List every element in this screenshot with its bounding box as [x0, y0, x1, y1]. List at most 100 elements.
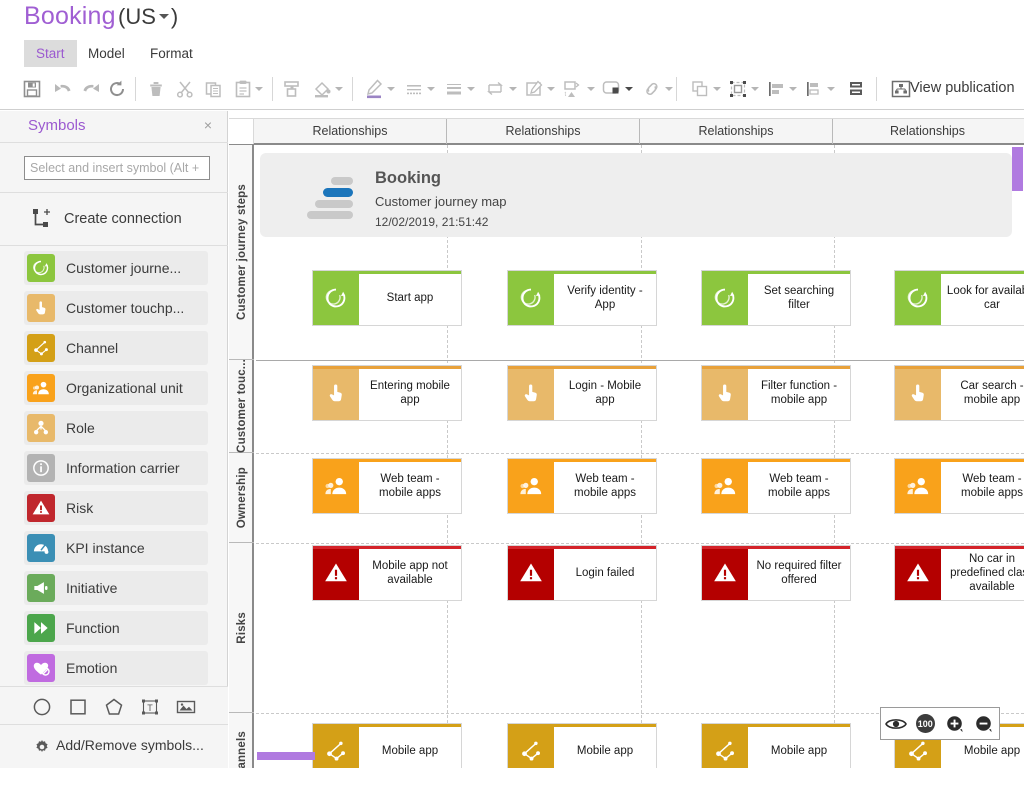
order-button[interactable]	[847, 74, 865, 104]
diagram-canvas[interactable]: Relationships Relationships Relationships R…	[229, 111, 1024, 768]
row-header[interactable]: Customer touc...	[229, 359, 254, 453]
size-button[interactable]	[728, 74, 759, 104]
symbol-item[interactable]: Organizational unit	[24, 371, 208, 405]
symbol-item[interactable]: Function	[24, 611, 208, 645]
journey-card[interactable]: Verify identity - App	[507, 270, 657, 326]
row-header-label: Customer touc...	[235, 359, 248, 453]
row-divider	[256, 360, 1024, 361]
symbol-item-label: Function	[66, 620, 120, 636]
textbox-tool[interactable]: T	[138, 695, 162, 719]
circle-tool[interactable]	[30, 695, 54, 719]
delete-button[interactable]	[147, 74, 165, 104]
symbols-sidebar: Symbols × Create connection Customer jou…	[0, 111, 228, 768]
journey-card[interactable]: Car search - mobile app	[894, 365, 1024, 421]
save-button[interactable]	[22, 74, 42, 104]
align-button[interactable]	[766, 74, 797, 104]
model-header-card[interactable]: Booking Customer journey map 12/02/2019,…	[260, 153, 1012, 237]
row-header[interactable]: Risks	[229, 543, 254, 713]
undo-button[interactable]	[52, 74, 74, 104]
zoom-100-button[interactable]: 100	[913, 712, 937, 736]
journey-card[interactable]: Web team - mobile apps	[894, 458, 1024, 514]
create-connection-button[interactable]: Create connection	[0, 193, 228, 245]
line-style-button[interactable]	[404, 74, 435, 104]
journey-card[interactable]: Mobile app not available	[312, 545, 462, 601]
symbol-item[interactable]: Role	[24, 411, 208, 445]
link-button[interactable]	[642, 74, 673, 104]
journey-card[interactable]: No required filter offered	[701, 545, 851, 601]
locale-selector[interactable]: (US)	[118, 4, 178, 30]
shape-style-button[interactable]	[600, 74, 633, 104]
risk-icon	[27, 494, 55, 522]
journey-card[interactable]: No car in predefined class available	[894, 545, 1024, 601]
chevron-down-icon	[387, 87, 395, 91]
journey-card[interactable]: Web team - mobile apps	[701, 458, 851, 514]
pentagon-tool[interactable]	[102, 695, 126, 719]
symbol-item[interactable]: Emotion	[24, 651, 208, 685]
close-icon[interactable]: ×	[204, 117, 212, 133]
symbol-item[interactable]: Information carrier	[24, 451, 208, 485]
paste-button[interactable]	[234, 74, 263, 104]
information-carrier-icon	[27, 454, 55, 482]
journey-card[interactable]: Start app	[312, 270, 462, 326]
symbol-item[interactable]: Customer journe...	[24, 251, 208, 285]
fit-view-button[interactable]	[884, 712, 908, 736]
connector-button[interactable]	[484, 74, 517, 104]
symbol-item[interactable]: Initiative	[24, 571, 208, 605]
journey-card[interactable]: Web team - mobile apps	[312, 458, 462, 514]
add-remove-symbols-button[interactable]: Add/Remove symbols...	[0, 724, 228, 768]
emotion-icon	[27, 654, 55, 682]
column-header[interactable]: Relationships	[640, 119, 833, 144]
zoom-in-button[interactable]	[943, 712, 967, 736]
image-tool[interactable]	[174, 695, 198, 719]
risk-icon	[895, 546, 941, 600]
cut-button[interactable]	[176, 74, 194, 104]
row-header[interactable]: Channels	[229, 713, 254, 768]
symbol-item[interactable]: Channel	[24, 331, 208, 365]
fill-color-button[interactable]	[312, 74, 343, 104]
edit-shape-button[interactable]	[524, 74, 555, 104]
journey-card[interactable]: Entering mobile app	[312, 365, 462, 421]
symbol-item-label: Risk	[66, 500, 94, 516]
journey-card[interactable]: Login - Mobile app	[507, 365, 657, 421]
symbol-item[interactable]: Customer touchp...	[24, 291, 208, 325]
horizontal-scrollbar-thumb[interactable]	[257, 752, 315, 760]
journey-card[interactable]: Mobile app	[507, 723, 657, 768]
group-button[interactable]	[690, 74, 721, 104]
pen-color-button[interactable]	[364, 74, 395, 104]
column-header[interactable]: Relationships	[447, 119, 640, 144]
refresh-button[interactable]	[107, 74, 127, 104]
line-weight-button[interactable]	[444, 74, 475, 104]
row-header[interactable]: Ownership	[229, 453, 254, 543]
vertical-scrollbar-thumb[interactable]	[1012, 147, 1023, 191]
journey-card[interactable]: Login failed	[507, 545, 657, 601]
tab-model[interactable]: Model	[76, 40, 137, 67]
journey-card[interactable]: Mobile app	[312, 723, 462, 768]
column-header[interactable]: Relationships	[833, 119, 1022, 144]
main-toolbar: t	[0, 68, 1024, 110]
zoom-out-button[interactable]	[972, 712, 996, 736]
card-top-accent	[895, 271, 1024, 274]
view-publication-label[interactable]: View publication	[910, 80, 1015, 96]
copy-button[interactable]	[204, 74, 224, 104]
redo-button[interactable]	[80, 74, 102, 104]
symbol-item[interactable]: KPI instance	[24, 531, 208, 565]
format-painter-button[interactable]	[282, 74, 302, 104]
tab-format[interactable]: Format	[138, 40, 205, 67]
symbol-item[interactable]: Risk	[24, 491, 208, 525]
column-header[interactable]: Relationships	[254, 119, 447, 144]
journey-card[interactable]: Look for available car	[894, 270, 1024, 326]
chevron-down-icon	[625, 87, 633, 91]
tab-start[interactable]: Start	[24, 40, 77, 67]
insert-object-button[interactable]: t	[562, 74, 595, 104]
view-publication-button[interactable]	[890, 74, 912, 104]
card-top-accent	[313, 366, 461, 369]
journey-card[interactable]: Filter function - mobile app	[701, 365, 851, 421]
journey-card[interactable]: Web team - mobile apps	[507, 458, 657, 514]
rectangle-tool[interactable]	[66, 695, 90, 719]
row-header[interactable]: Customer journey steps	[229, 145, 254, 360]
journey-card[interactable]: Mobile app	[701, 723, 851, 768]
distribute-button[interactable]	[804, 74, 835, 104]
journey-card[interactable]: Set searching filter	[701, 270, 851, 326]
search-input[interactable]	[24, 156, 210, 180]
swimlane-grid[interactable]: Booking Customer journey map 12/02/2019,…	[256, 145, 1024, 768]
